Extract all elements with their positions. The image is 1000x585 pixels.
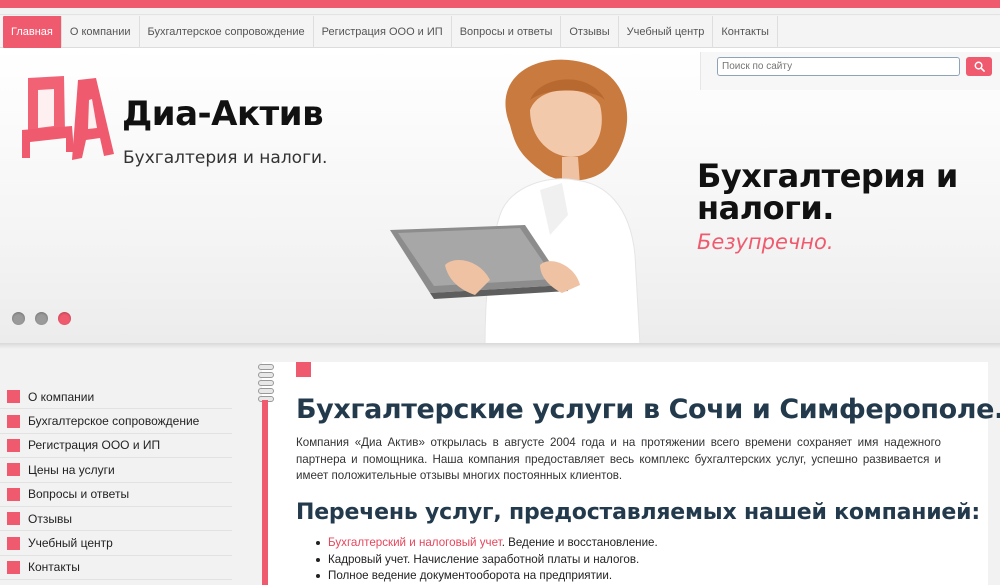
services-list: Бухгалтерский и налоговый учет. Ведение …	[316, 535, 658, 585]
content-square-icon	[296, 362, 311, 377]
hero-shadow	[0, 343, 1000, 349]
services-title: Перечень услуг, предоставляемых нашей ко…	[296, 500, 980, 525]
square-bullet-icon	[7, 487, 20, 501]
top-divider	[0, 14, 1000, 15]
square-bullet-icon	[7, 438, 20, 452]
sidebar-item-reviews[interactable]: Отзывы	[0, 507, 232, 532]
slider-pagination	[12, 312, 71, 325]
logo-tagline: Бухгалтерия и налоги.	[123, 148, 328, 168]
sidebar-item-training[interactable]: Учебный центр	[0, 531, 232, 556]
nav-item-training[interactable]: Учебный центр	[619, 16, 714, 48]
sidebar-item-label: Отзывы	[28, 511, 72, 526]
square-bullet-icon	[7, 536, 20, 550]
sidebar-item-contacts[interactable]: Контакты	[0, 556, 232, 581]
sidebar-item-label: Регистрация ООО и ИП	[28, 438, 161, 453]
sidebar-item-label: Учебный центр	[28, 536, 113, 551]
nav-item-reviews[interactable]: Отзывы	[561, 16, 619, 48]
square-bullet-icon	[7, 463, 20, 477]
top-accent-bar	[0, 0, 1000, 8]
hero-subline: Безупречно.	[697, 230, 834, 254]
square-bullet-icon	[7, 560, 20, 574]
list-item: Полное ведение документооборота на предп…	[316, 568, 658, 585]
list-item: Бухгалтерский и налоговый учет. Ведение …	[316, 535, 658, 552]
hero-woman-with-laptop-image	[390, 59, 641, 345]
service-link-accounting[interactable]: Бухгалтерский и налоговый учет	[328, 536, 502, 549]
nav-item-registration[interactable]: Регистрация ООО и ИП	[314, 16, 452, 48]
service-text: Полное ведение документооборота на предп…	[328, 569, 613, 582]
sidebar-item-label: Вопросы и ответы	[28, 487, 130, 502]
hero-headline-line1: Бухгалтерия и	[697, 157, 958, 195]
nav-item-faq[interactable]: Вопросы и ответы	[452, 16, 562, 48]
sidebar-item-registration[interactable]: Регистрация ООО и ИП	[0, 434, 232, 459]
intro-paragraph: Компания «Диа Актив» открылась в августе…	[296, 436, 941, 482]
sidebar-item-accounting[interactable]: Бухгалтерское сопровождение	[0, 409, 232, 434]
notebook-binder-decoration	[256, 362, 278, 585]
nav-item-home[interactable]: Главная	[3, 16, 62, 48]
slider-dot-2[interactable]	[35, 312, 48, 325]
slider-dot-1[interactable]	[12, 312, 25, 325]
nav-item-accounting[interactable]: Бухгалтерское сопровождение	[140, 16, 314, 48]
service-text: Кадровый учет. Начисление заработной пла…	[328, 552, 640, 566]
sidebar-item-about[interactable]: О компании	[0, 385, 232, 410]
page-title: Бухгалтерские услуги в Сочи и Симферопол…	[296, 394, 1000, 425]
nav-item-about[interactable]: О компании	[62, 16, 140, 48]
list-item: Кадровый учет. Начисление заработной пла…	[316, 552, 658, 569]
service-text: . Ведение и восстановление.	[501, 536, 658, 549]
main-nav: Главная О компании Бухгалтерское сопрово…	[0, 16, 1000, 48]
logo-mark[interactable]	[20, 72, 115, 162]
sidebar-item-label: О компании	[28, 389, 95, 404]
slider-dot-3[interactable]	[58, 312, 71, 325]
square-bullet-icon	[7, 512, 20, 526]
nav-item-contacts[interactable]: Контакты	[713, 16, 778, 48]
square-bullet-icon	[7, 390, 20, 404]
search-icon	[974, 61, 985, 72]
sidebar-item-label: Контакты	[28, 560, 80, 575]
sidebar-item-label: Цены на услуги	[28, 462, 115, 477]
logo-name[interactable]: Диа-Актив	[122, 94, 324, 134]
hero-headline: Бухгалтерия и налоги.	[697, 160, 958, 224]
search-input[interactable]	[717, 57, 960, 76]
sidebar-item-faq[interactable]: Вопросы и ответы	[0, 483, 232, 507]
search-button[interactable]	[966, 57, 992, 76]
hero-headline-line2: налоги.	[697, 189, 834, 227]
sidebar-item-label: Бухгалтерское сопровождение	[28, 414, 200, 429]
sidebar-item-prices[interactable]: Цены на услуги	[0, 458, 232, 483]
sidebar-menu: О компании Бухгалтерское сопровождение Р…	[0, 385, 232, 581]
square-bullet-icon	[7, 414, 20, 428]
